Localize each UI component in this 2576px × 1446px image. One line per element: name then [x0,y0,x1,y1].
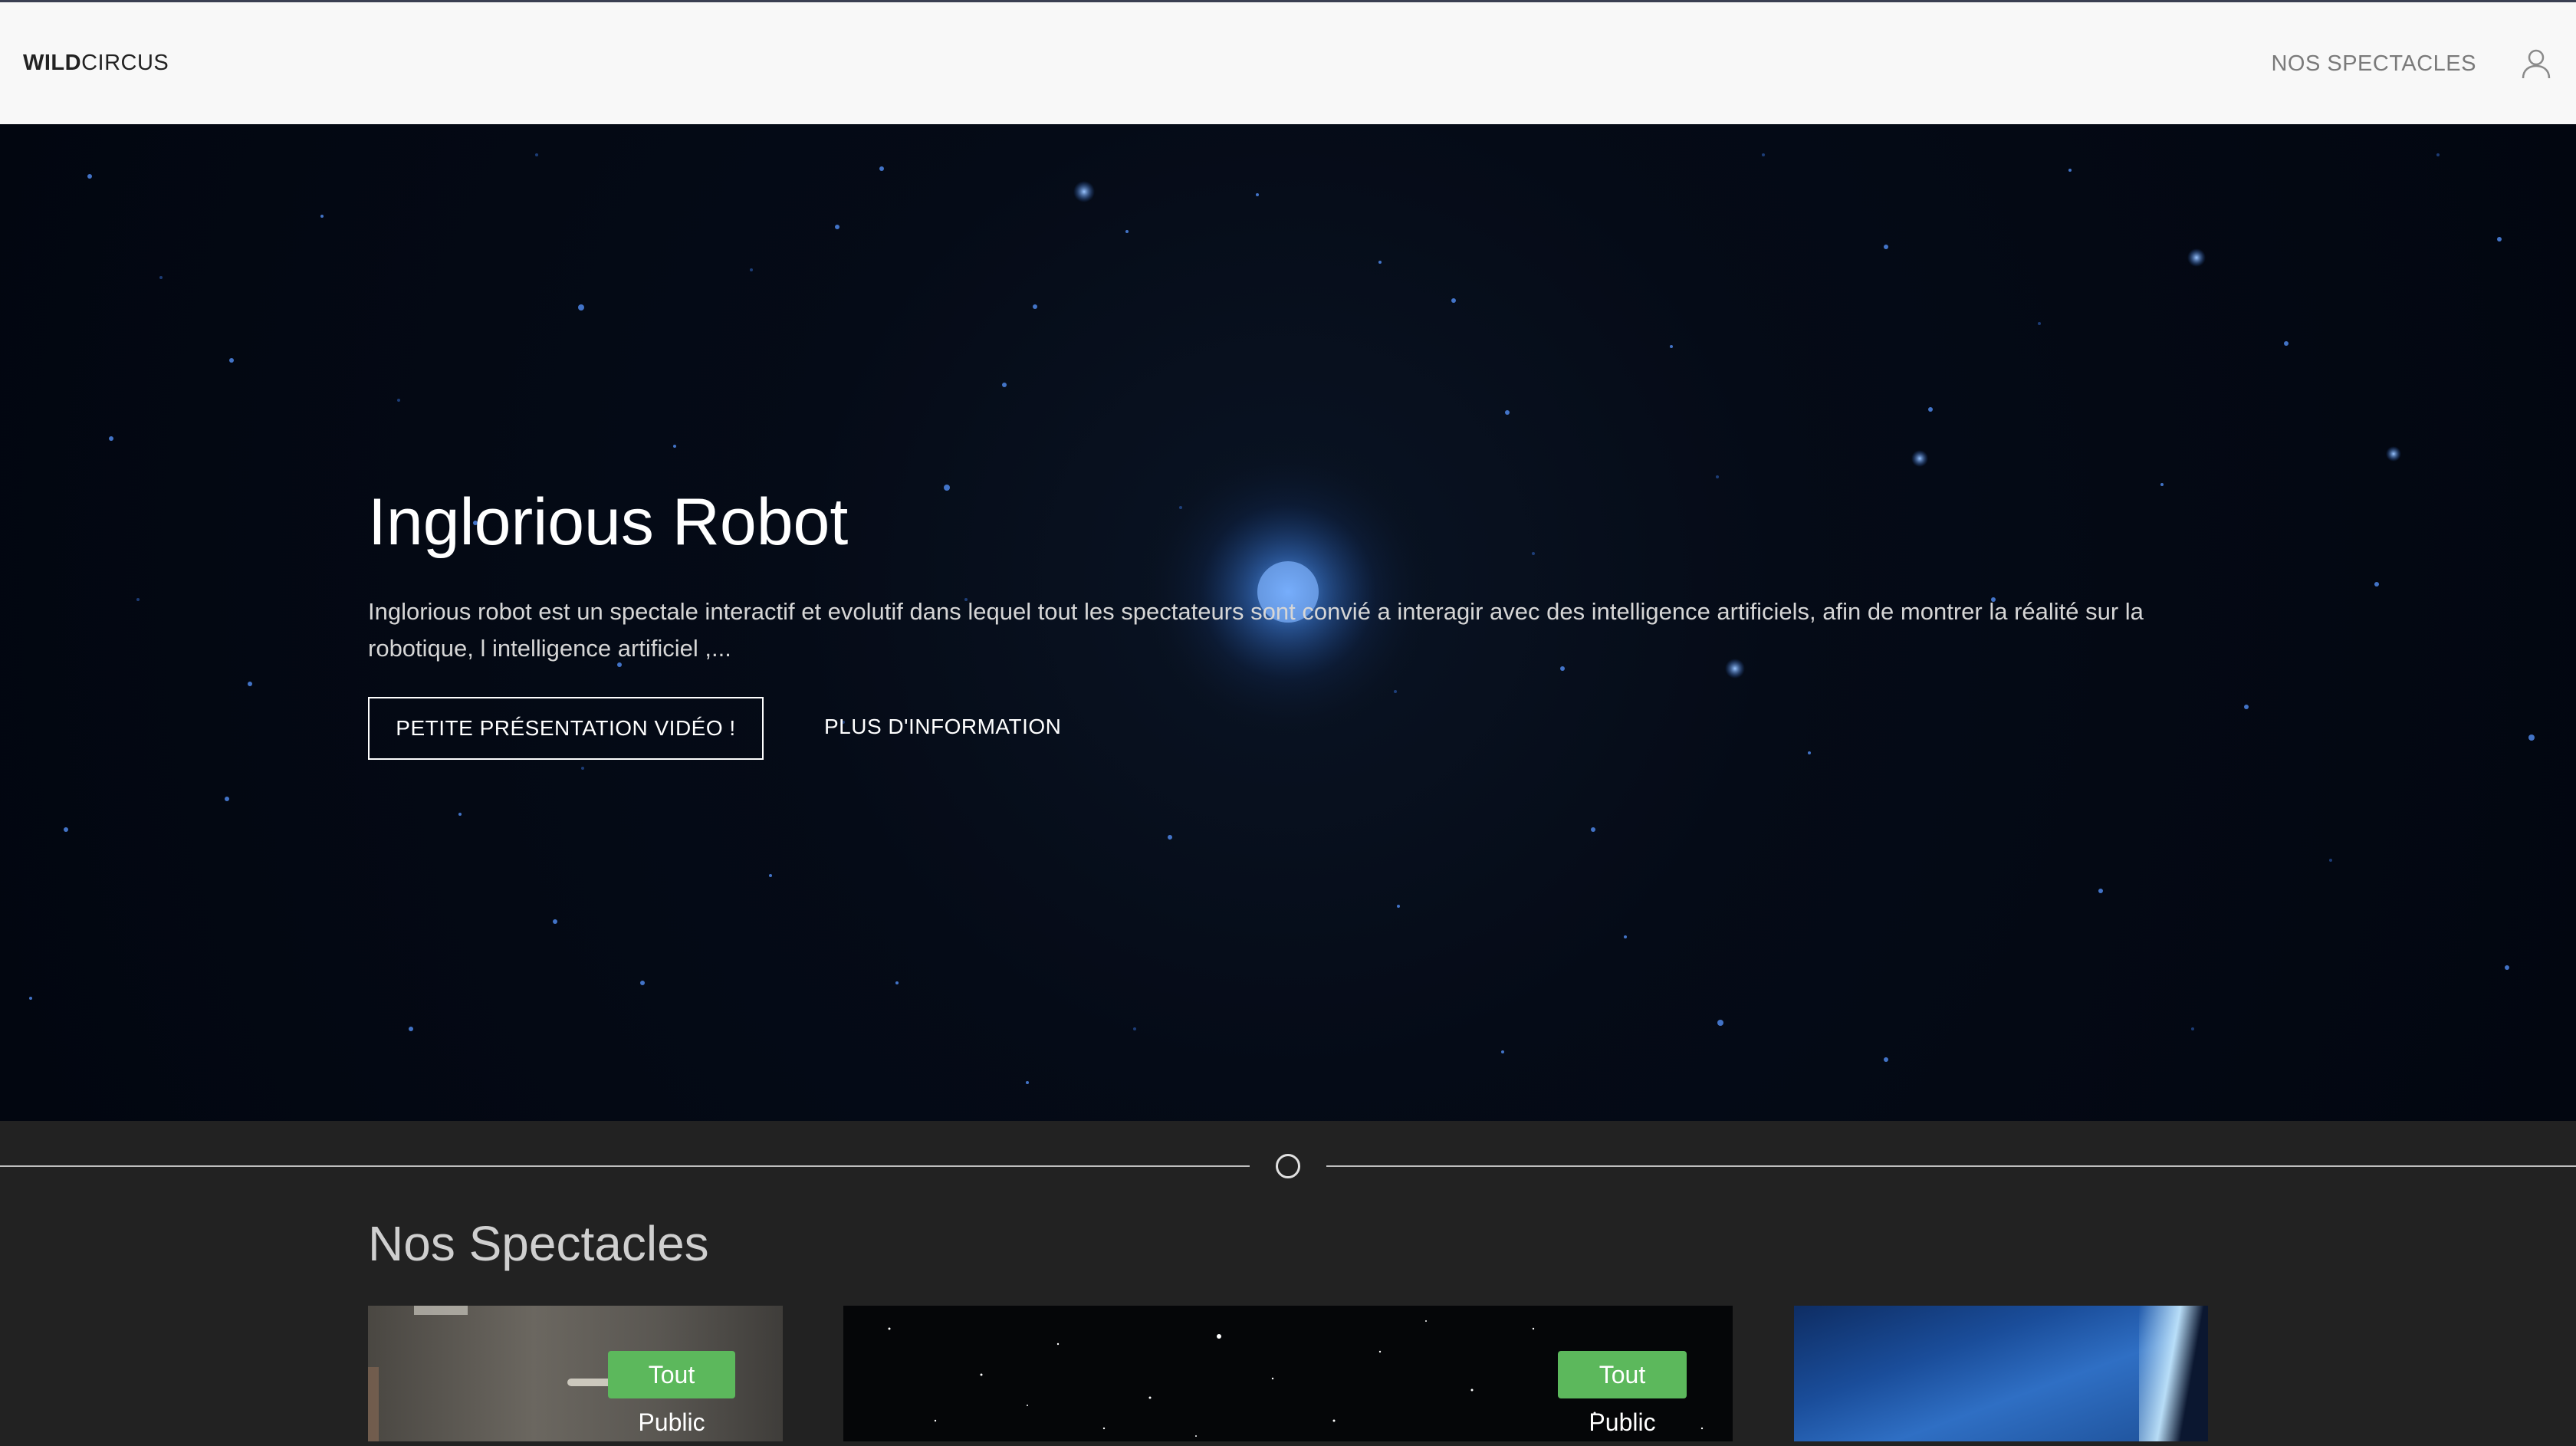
more-info-link[interactable]: PLUS D'INFORMATION [824,715,1061,739]
card-image-detail [567,1379,613,1386]
section-divider-right [1326,1165,2576,1167]
user-icon[interactable] [2519,47,2553,81]
audience-badge: Tout Public [608,1351,735,1436]
brand-bold: WILD [23,51,82,75]
card-image-detail [2139,1306,2208,1441]
hero-description: Inglorious robot est un spectale interac… [368,598,2144,662]
hero-title: Inglorious Robot [368,485,849,559]
hero-banner: Inglorious Robot Inglorious robot est un… [0,124,2576,1121]
section-title-spectacles: Nos Spectacles [368,1216,709,1271]
divider-circle-icon [1276,1154,1300,1178]
card-image-detail [368,1367,379,1441]
brand-rest: CIRCUS [81,51,169,75]
card-image-detail [414,1306,468,1315]
brand-logo[interactable]: WILDCIRCUS [23,51,169,76]
video-presentation-button[interactable]: PETITE PRÉSENTATION VIDÉO ! [368,697,764,760]
audience-badge: Tout Public [1558,1351,1687,1436]
nav-link-spectacles[interactable]: NOS SPECTACLES [2271,51,2476,77]
spectacle-card-3[interactable] [1794,1306,2208,1441]
section-divider-left [0,1165,1250,1167]
top-navbar: WILDCIRCUS NOS SPECTACLES [0,0,2576,124]
